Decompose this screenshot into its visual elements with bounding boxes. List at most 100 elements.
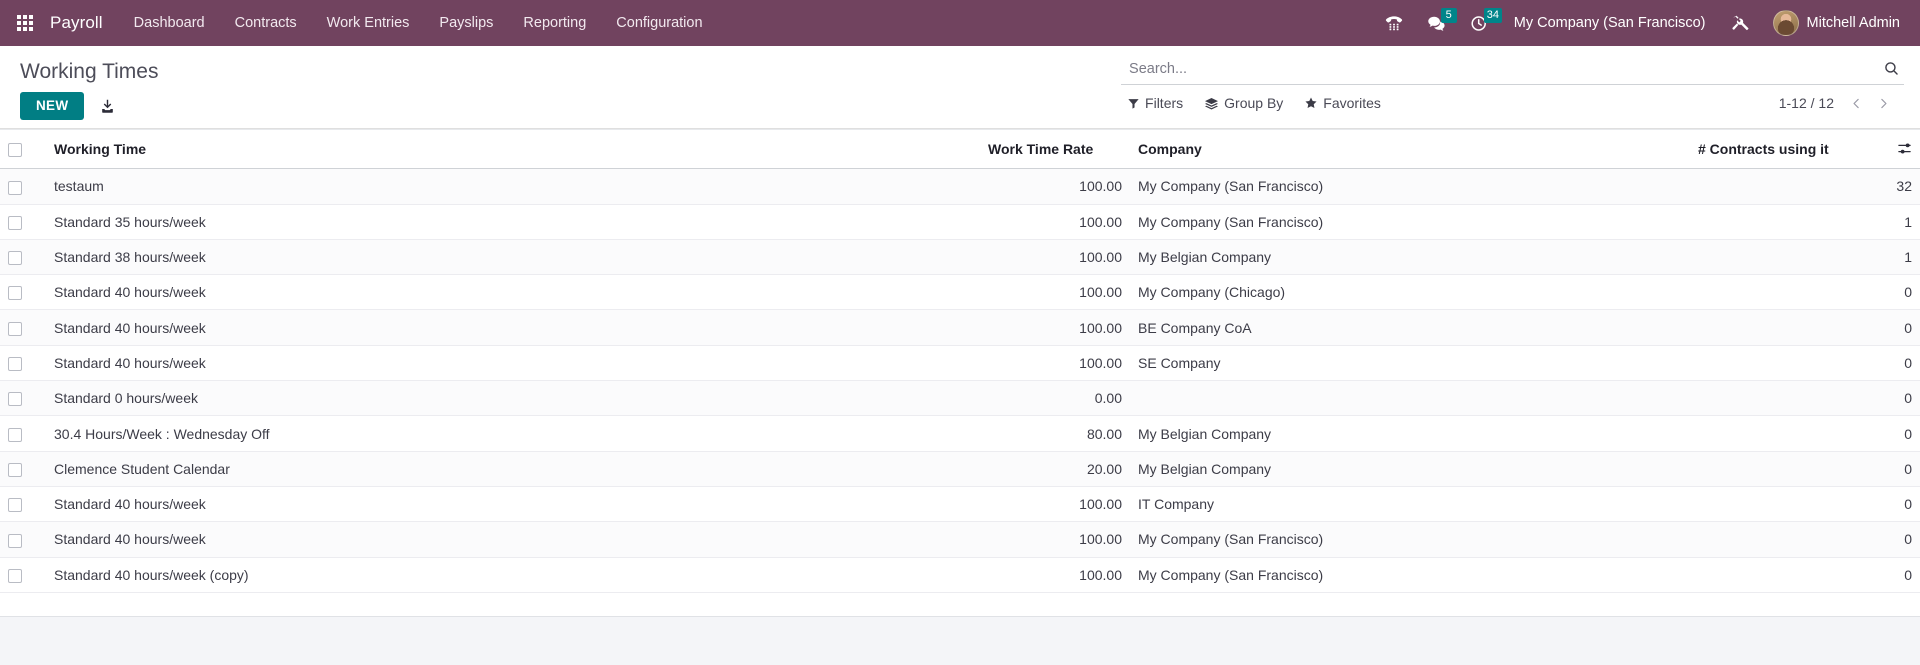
download-icon[interactable] bbox=[94, 94, 121, 119]
column-header-contracts-using-it[interactable]: # Contracts using it bbox=[1690, 128, 1920, 170]
column-header-contracts-label: # Contracts using it bbox=[1698, 141, 1829, 158]
table-row[interactable]: Clemence Student Calendar 20.00 My Belgian… bbox=[0, 451, 1920, 487]
filters-dropdown[interactable]: Filters bbox=[1125, 94, 1185, 112]
pager-value[interactable]: 1-12 / 12 bbox=[1779, 95, 1842, 111]
table-row[interactable]: Standard 35 hours/week 100.00 My Company (… bbox=[0, 204, 1920, 240]
table-row[interactable]: Standard 40 hours/week 100.00 BE Company C… bbox=[0, 309, 1920, 346]
magnifier-icon[interactable] bbox=[1877, 60, 1900, 77]
favorites-label: Favorites bbox=[1323, 95, 1381, 111]
row-checkbox[interactable] bbox=[8, 568, 22, 583]
cell-work-time-rate: 100.00 bbox=[980, 345, 1130, 382]
row-checkbox-cell bbox=[0, 451, 46, 487]
cell-contracts-count: 0 bbox=[1690, 451, 1920, 487]
top-navbar: Payroll Dashboard Contracts Work Entries… bbox=[0, 0, 1920, 46]
avatar bbox=[1772, 10, 1799, 36]
user-menu[interactable]: Mitchell Admin bbox=[1763, 10, 1906, 36]
cell-contracts-count: 0 bbox=[1690, 274, 1920, 311]
row-checkbox[interactable] bbox=[8, 180, 22, 195]
cell-working-time: Clemence Student Calendar bbox=[46, 451, 980, 487]
search-options-row: Filters Group By Favorites 1-12 / 12 bbox=[1121, 85, 1904, 122]
table-row[interactable]: Standard 40 hours/week 100.00 My Company (… bbox=[0, 274, 1920, 311]
navbar-menu: Dashboard Contracts Work Entries Payslip… bbox=[119, 0, 718, 46]
nav-item-reporting[interactable]: Reporting bbox=[508, 0, 601, 46]
search-input[interactable] bbox=[1125, 60, 1877, 77]
row-checkbox-cell bbox=[0, 239, 46, 276]
navbar-systray: phone-icon 5 34 My Company (San Francisc… bbox=[1373, 0, 1906, 46]
cell-working-time: Standard 40 hours/week bbox=[46, 521, 980, 558]
phone-icon[interactable]: phone-icon bbox=[1373, 0, 1415, 46]
star-icon bbox=[1304, 96, 1318, 110]
cell-company bbox=[1130, 380, 1690, 417]
cell-contracts-count: 0 bbox=[1690, 557, 1920, 593]
company-switcher[interactable]: My Company (San Francisco) bbox=[1501, 15, 1719, 31]
select-all-checkbox[interactable] bbox=[8, 143, 22, 158]
cell-work-time-rate: 100.00 bbox=[980, 309, 1130, 346]
row-checkbox-cell bbox=[0, 345, 46, 382]
list-view: Working Time Work Time Rate Company # Co… bbox=[0, 128, 1920, 617]
row-checkbox[interactable] bbox=[8, 321, 22, 336]
row-checkbox[interactable] bbox=[8, 533, 22, 548]
working-times-table: Working Time Work Time Rate Company # Co… bbox=[0, 128, 1920, 593]
row-checkbox[interactable] bbox=[8, 427, 22, 442]
nav-item-dashboard[interactable]: Dashboard bbox=[119, 0, 220, 46]
cell-work-time-rate: 80.00 bbox=[980, 415, 1130, 452]
table-row[interactable]: Standard 40 hours/week (copy) 100.00 My Co… bbox=[0, 557, 1920, 593]
cell-company: My Company (San Francisco) bbox=[1130, 557, 1690, 593]
table-row[interactable]: Standard 40 hours/week 100.00 IT Company 0 bbox=[0, 486, 1920, 523]
navbar-left: Payroll Dashboard Contracts Work Entries… bbox=[8, 0, 718, 46]
table-row[interactable]: Standard 40 hours/week 100.00 My Company (… bbox=[0, 521, 1920, 558]
apps-grid-icon[interactable] bbox=[8, 6, 42, 40]
favorites-dropdown[interactable]: Favorites bbox=[1302, 94, 1383, 112]
page-background bbox=[0, 616, 1920, 657]
clock-icon[interactable]: 34 bbox=[1458, 0, 1502, 46]
control-panel-row: Working Times NEW Search... Filters Grou… bbox=[0, 46, 1920, 128]
cell-working-time: Standard 40 hours/week (copy) bbox=[46, 557, 980, 593]
cell-company: BE Company CoA bbox=[1130, 309, 1690, 346]
row-checkbox[interactable] bbox=[8, 392, 22, 407]
cell-contracts-count: 1 bbox=[1690, 204, 1920, 240]
row-checkbox[interactable] bbox=[8, 286, 22, 301]
cell-contracts-count: 1 bbox=[1690, 239, 1920, 276]
row-checkbox-cell bbox=[0, 204, 46, 240]
table-header-row: Working Time Work Time Rate Company # Co… bbox=[0, 128, 1920, 170]
row-checkbox-cell bbox=[0, 274, 46, 311]
messages-icon[interactable]: 5 bbox=[1415, 0, 1458, 46]
cell-company: My Belgian Company bbox=[1130, 451, 1690, 487]
tools-icon[interactable]: tools-icon bbox=[1719, 0, 1763, 46]
new-button[interactable]: NEW bbox=[20, 92, 85, 120]
table-row[interactable]: 30.4 Hours/Week : Wednesday Off 80.00 My B… bbox=[0, 415, 1920, 452]
list-sheet-bottom bbox=[0, 592, 1920, 617]
nav-item-payslips[interactable]: Payslips bbox=[424, 0, 508, 46]
cell-contracts-count: 0 bbox=[1690, 521, 1920, 558]
row-checkbox-cell bbox=[0, 309, 46, 346]
row-checkbox-cell bbox=[0, 557, 46, 593]
nav-item-work-entries[interactable]: Work Entries bbox=[312, 0, 425, 46]
row-checkbox[interactable] bbox=[8, 462, 22, 477]
search-panel: Filters Group By bbox=[1111, 56, 1904, 122]
row-checkbox-cell bbox=[0, 415, 46, 452]
column-settings-icon[interactable] bbox=[1887, 141, 1912, 156]
cell-work-time-rate: 100.00 bbox=[980, 204, 1130, 240]
nav-item-contracts[interactable]: Contracts bbox=[220, 0, 312, 46]
column-header-working-time[interactable]: Working Time bbox=[46, 128, 980, 170]
row-checkbox[interactable] bbox=[8, 215, 22, 230]
table-row[interactable]: testaum 100.00 My Company (San Francisco) 3… bbox=[0, 168, 1920, 205]
row-checkbox[interactable] bbox=[8, 498, 22, 513]
table-row[interactable]: Standard 40 hours/week 100.00 SE Company 0 bbox=[0, 345, 1920, 382]
cell-work-time-rate: 100.00 bbox=[980, 521, 1130, 558]
table-row[interactable]: Standard 0 hours/week 0.00 0 bbox=[0, 380, 1920, 417]
column-header-work-time-rate[interactable]: Work Time Rate bbox=[980, 128, 1130, 170]
cell-working-time: Standard 35 hours/week bbox=[46, 204, 980, 240]
row-checkbox[interactable] bbox=[8, 357, 22, 372]
app-brand-payroll[interactable]: Payroll bbox=[42, 13, 119, 33]
table-row[interactable]: Standard 38 hours/week 100.00 My Belgian C… bbox=[0, 239, 1920, 276]
nav-item-configuration[interactable]: Configuration bbox=[601, 0, 717, 46]
cell-contracts-count: 0 bbox=[1690, 380, 1920, 417]
pager-previous-button[interactable] bbox=[1844, 95, 1869, 112]
row-checkbox[interactable] bbox=[8, 251, 22, 266]
column-header-company[interactable]: Company bbox=[1130, 128, 1690, 170]
group-by-dropdown[interactable]: Group By bbox=[1202, 94, 1285, 112]
cell-contracts-count: 0 bbox=[1690, 309, 1920, 346]
cell-working-time: Standard 40 hours/week bbox=[46, 486, 980, 523]
pager-next-button[interactable] bbox=[1871, 95, 1896, 112]
